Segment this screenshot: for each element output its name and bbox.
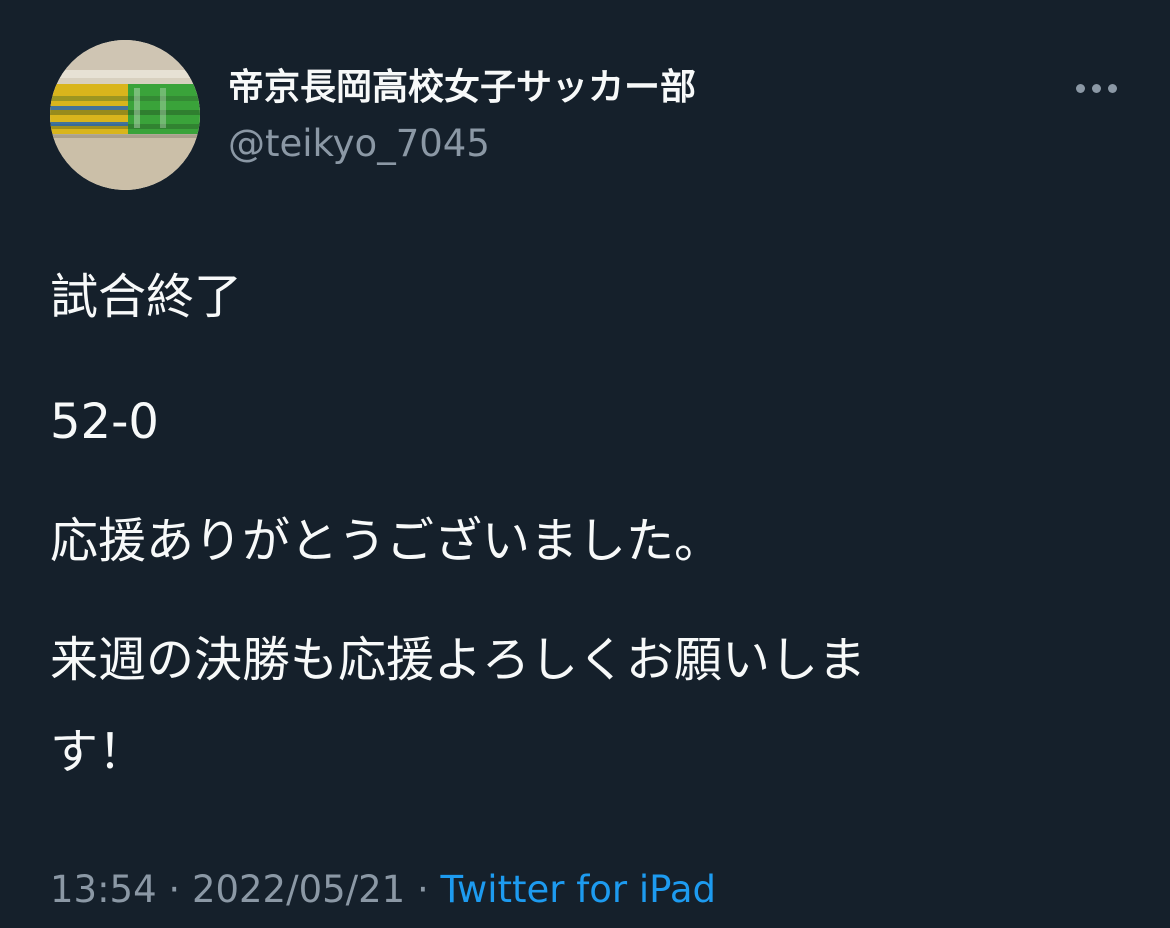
tweet-date[interactable]: 2022/05/21 [192,868,405,911]
tweet-detail: 帝京長岡高校女子サッカー部 @teikyo_7045 試合終了 52-0 応援あ… [0,0,1170,928]
tweet-time[interactable]: 13:54 [50,868,157,911]
user-handle[interactable]: @teikyo_7045 [228,120,490,168]
display-name[interactable]: 帝京長岡高校女子サッカー部 [228,64,696,112]
tweet-text-line: 応援ありがとうございました。 [50,513,723,569]
more-horizontal-icon[interactable] [1068,70,1124,106]
tweet-text-line: 52-0 [50,394,159,450]
meta-separator: · [405,868,441,911]
tweet-text-line: す！ [50,724,147,780]
tweet-source-link[interactable]: Twitter for iPad [441,868,717,911]
team-photo-avatar-image [50,40,200,190]
tweet-metadata: 13:54 · 2022/05/21 · Twitter for iPad [50,866,716,914]
tweet-text-line: 試合終了 [50,269,243,325]
meta-separator: · [156,868,192,911]
tweet-text-line: 来週の決勝も応援よろしくお願いしま [50,632,867,688]
profile-avatar[interactable] [50,40,200,190]
